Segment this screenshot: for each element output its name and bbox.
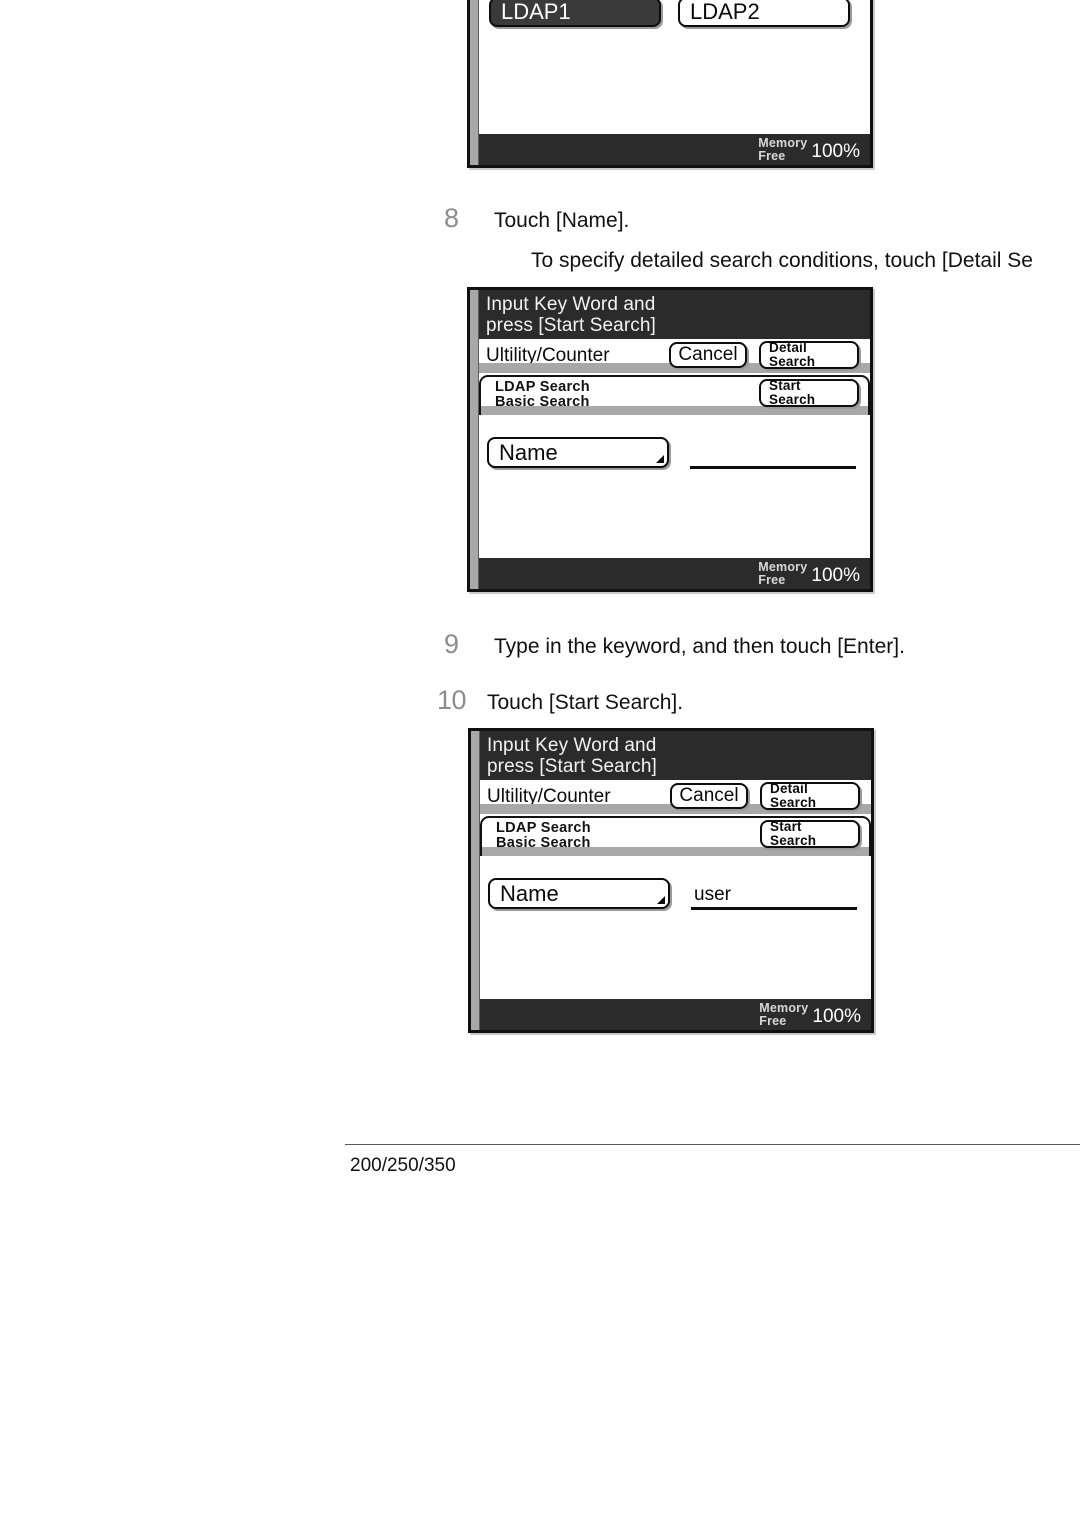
detail-search-label-line2: Search — [769, 354, 816, 369]
detail-search-button[interactable]: Detail Search — [759, 339, 859, 369]
detail-search-button[interactable]: Detail Search — [760, 780, 860, 810]
memory-label-line1: Memory — [759, 1001, 809, 1015]
memory-free-value: 100% — [812, 1006, 861, 1027]
start-search-button[interactable]: Start Search — [760, 818, 860, 848]
utility-counter-row-mid: Ultility/Counter Cancel Detail Search — [470, 339, 870, 373]
step-10-number: 10 — [437, 685, 467, 715]
message-line-1: Input Key Word and — [487, 735, 657, 756]
panel-scroll-rail[interactable] — [470, 0, 479, 165]
start-search-button[interactable]: Start Search — [759, 377, 859, 407]
memory-status-bar-top: Memory Free 100% — [470, 134, 870, 165]
memory-label-line1: Memory — [758, 136, 808, 150]
ldap1-button-label: LDAP1 — [501, 0, 571, 24]
cancel-button-label: Cancel — [679, 785, 739, 806]
name-field-button-label: Name — [499, 439, 558, 465]
name-field-button-label: Name — [500, 880, 559, 906]
step-8: 8 Touch [Name]. — [444, 205, 629, 233]
chevron-down-icon — [656, 455, 664, 463]
detail-search-label-line2: Search — [770, 795, 817, 810]
start-search-label-line1: Start — [769, 377, 801, 393]
ldap-search-header-bottom: LDAP Search Basic Search Start Search — [480, 816, 871, 856]
memory-status-bar-bottom: Memory Free 100% — [471, 999, 871, 1030]
panel-scroll-rail-bottom[interactable] — [471, 731, 480, 1030]
manual-page: LDAP1 LDAP2 Memory Free 100% 8 Touch [Na… — [0, 0, 1080, 1529]
detail-search-label-line1: Detail — [769, 339, 807, 355]
memory-label-line1: Memory — [758, 560, 808, 574]
keyword-input-field[interactable] — [690, 437, 856, 469]
ldap-search-header-mid: LDAP Search Basic Search Start Search — [479, 375, 870, 415]
name-field-button[interactable]: Name — [488, 878, 670, 909]
start-search-label-line1: Start — [770, 818, 802, 834]
step-9-number: 9 — [444, 629, 460, 659]
step-10-text: Touch [Start Search]. — [487, 691, 684, 714]
cancel-button[interactable]: Cancel — [670, 783, 748, 809]
lcd-panel-basic-search-filled: Input Key Word and press [Start Search] … — [468, 728, 874, 1033]
search-form-area-bottom: Name user — [471, 856, 871, 999]
utility-counter-row-bottom: Ultility/Counter Cancel Detail Search — [471, 780, 871, 814]
footer-divider — [345, 1144, 1080, 1145]
chevron-down-icon — [657, 896, 665, 904]
cancel-button[interactable]: Cancel — [669, 342, 747, 368]
lcd-panel-ldap-server-select: LDAP1 LDAP2 Memory Free 100% — [467, 0, 873, 168]
panel-scroll-rail-mid[interactable] — [470, 290, 479, 589]
memory-label-line2: Free — [759, 1013, 787, 1028]
message-line-1: Input Key Word and — [486, 294, 656, 315]
message-line-2: press [Start Search] — [487, 756, 657, 777]
footer-model-numbers: 200/250/350 — [350, 1155, 456, 1176]
memory-free-value: 100% — [811, 565, 860, 586]
start-search-label-line2: Search — [770, 833, 817, 848]
name-field-button[interactable]: Name — [487, 437, 669, 468]
step-10: 10 Touch [Start Search]. — [437, 687, 683, 715]
message-line-2: press [Start Search] — [486, 315, 656, 336]
start-search-label-line2: Search — [769, 392, 816, 407]
memory-status-bar-mid: Memory Free 100% — [470, 558, 870, 589]
memory-label-line2: Free — [758, 148, 786, 163]
search-form-area-mid: Name — [470, 415, 870, 558]
memory-label-line2: Free — [758, 572, 786, 587]
memory-free-value: 100% — [811, 141, 860, 162]
ldap2-button-label: LDAP2 — [690, 0, 760, 24]
detail-search-label-line1: Detail — [770, 780, 808, 796]
message-bar-mid: Input Key Word and press [Start Search] — [470, 290, 870, 339]
ldap1-button[interactable]: LDAP1 — [489, 0, 661, 27]
keyword-input-field[interactable]: user — [691, 878, 857, 910]
step-8-detail-note: To specify detailed search conditions, t… — [531, 249, 1033, 272]
ldap2-button[interactable]: LDAP2 — [678, 0, 850, 27]
step-8-text: Touch [Name]. — [494, 209, 630, 232]
cancel-button-label: Cancel — [678, 344, 738, 365]
message-bar-bottom: Input Key Word and press [Start Search] — [471, 731, 871, 780]
step-9: 9 Type in the keyword, and then touch [E… — [444, 631, 905, 659]
keyword-input-value: user — [694, 884, 731, 905]
step-8-number: 8 — [444, 203, 460, 233]
step-9-text: Type in the keyword, and then touch [Ent… — [494, 635, 905, 658]
lcd-panel-basic-search-empty: Input Key Word and press [Start Search] … — [467, 287, 873, 592]
